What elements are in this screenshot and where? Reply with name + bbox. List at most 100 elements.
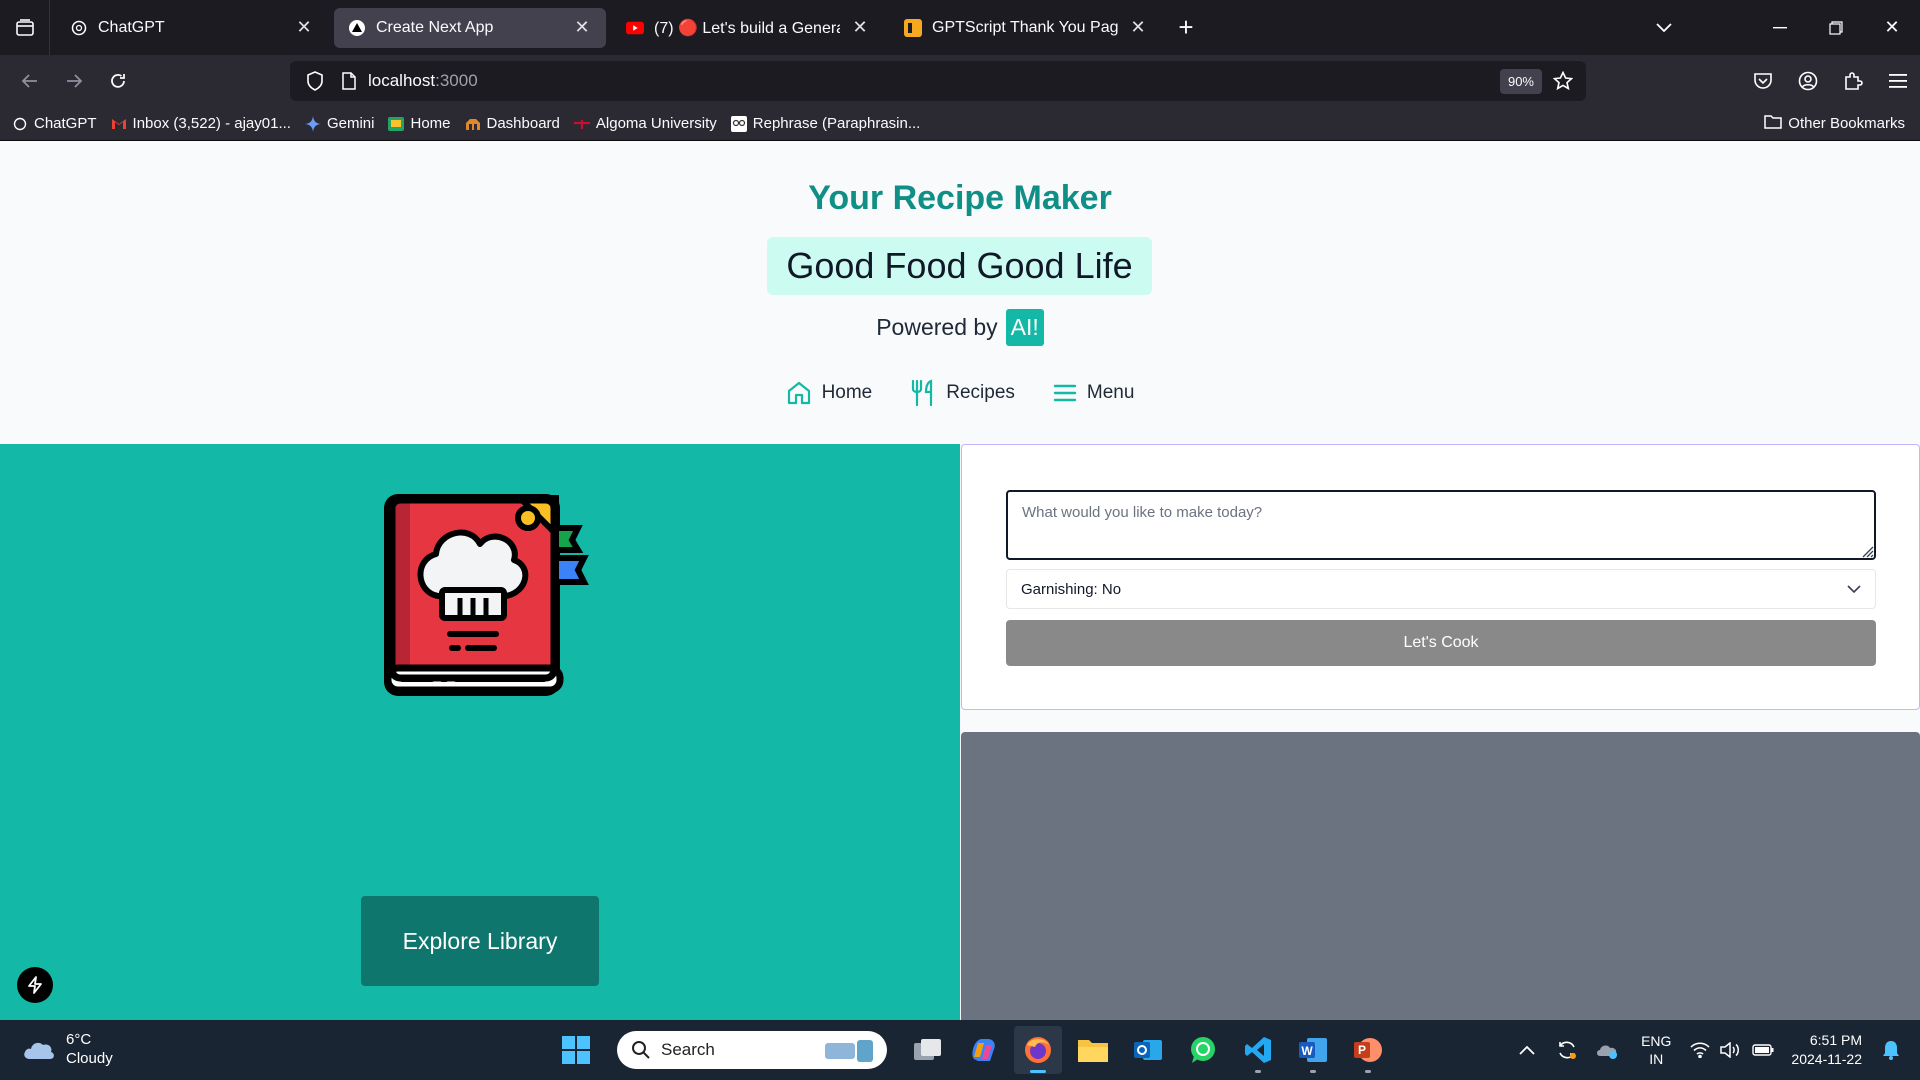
recipe-prompt-input[interactable] (1006, 490, 1876, 560)
tab-title: (7) 🔴 Let's build a Generative (654, 19, 840, 37)
minimize-icon (1773, 26, 1787, 28)
copilot-icon (972, 1039, 995, 1061)
other-bookmarks[interactable]: Other Bookmarks (1764, 114, 1905, 133)
powerpoint-button[interactable]: P (1344, 1026, 1392, 1074)
pocket-button[interactable] (1740, 59, 1785, 103)
outlook-button[interactable] (1124, 1026, 1172, 1074)
toolbar-right (1740, 59, 1920, 103)
bookmark-home[interactable]: Home (388, 115, 451, 132)
wifi-icon (1690, 1042, 1710, 1058)
bookmark-dashboard[interactable]: Dashboard (465, 115, 560, 132)
nav-recipes-label: Recipes (946, 382, 1015, 403)
tab-create-next-app[interactable]: Create Next App ✕ (334, 7, 606, 48)
sync-icon (1559, 1041, 1577, 1059)
vscode-button[interactable] (1234, 1026, 1282, 1074)
notifications-button[interactable] (1876, 1020, 1906, 1080)
bookmark-gmail[interactable]: Inbox (3,522) - ajay01... (111, 115, 291, 132)
site-navigation: Home Recipes Menu (0, 379, 1920, 407)
plus-icon: + (1178, 12, 1194, 42)
close-window-button[interactable]: ✕ (1864, 0, 1920, 55)
bookmark-star-icon[interactable] (1548, 66, 1578, 96)
gemini-icon (304, 115, 321, 132)
app-menu-button[interactable] (1875, 59, 1920, 103)
word-button[interactable]: W (1289, 1026, 1337, 1074)
dev-tools-button[interactable] (17, 967, 53, 1003)
nav-home-label: Home (821, 382, 873, 403)
tab-gptscript[interactable]: GPTScript Thank You Page ✕ (890, 8, 1162, 48)
list-all-tabs-button[interactable] (1636, 0, 1692, 55)
folder-icon (1764, 114, 1783, 133)
task-view-icon (914, 1039, 941, 1060)
close-tab-icon[interactable]: ✕ (850, 17, 870, 38)
nextjs-icon (348, 19, 366, 37)
resize-handle-icon[interactable] (1860, 544, 1874, 558)
system-tray: ENG IN 6:51 PM 2024-11-22 (1507, 1020, 1920, 1080)
outlook-icon (1134, 1040, 1162, 1060)
file-explorer-button[interactable] (1069, 1026, 1117, 1074)
garnishing-select[interactable]: Garnishing: No (1006, 569, 1876, 609)
powered-by-label: Powered by (876, 314, 998, 340)
bookmark-gemini[interactable]: Gemini (304, 115, 375, 132)
tab-list-button[interactable] (0, 0, 50, 55)
rephrase-icon (730, 115, 747, 132)
taskbar-search[interactable]: Search (617, 1031, 887, 1069)
weather-widget[interactable]: 6°C Cloudy (22, 1030, 113, 1068)
nav-recipes[interactable]: Recipes (910, 379, 1015, 407)
address-bar[interactable]: localhost:3000 90% (290, 61, 1586, 101)
account-button[interactable] (1785, 59, 1830, 103)
explore-library-button[interactable]: Explore Library (361, 896, 599, 986)
nav-home[interactable]: Home (786, 379, 873, 407)
reload-icon (111, 73, 125, 88)
windows-taskbar: 6°C Cloudy Search W P ENG IN 6:51 PM 202… (0, 1020, 1920, 1080)
gptscript-icon (904, 18, 922, 37)
sync-button[interactable] (1547, 1020, 1587, 1080)
puzzle-icon (1844, 72, 1863, 90)
page-icon[interactable] (334, 66, 364, 96)
copilot-button[interactable] (959, 1026, 1007, 1074)
browser-navigation-bar: localhost:3000 90% (0, 55, 1920, 107)
restore-button[interactable] (1808, 0, 1864, 55)
extensions-button[interactable] (1830, 59, 1875, 103)
home-icon (787, 381, 810, 405)
bookmark-label: Algoma University (595, 115, 717, 132)
onedrive-button[interactable] (1587, 1020, 1627, 1080)
lets-cook-button[interactable]: Let's Cook (1006, 620, 1876, 666)
language-indicator[interactable]: ENG IN (1641, 1032, 1671, 1068)
firefox-button[interactable] (1014, 1026, 1062, 1074)
bookmark-chatgpt[interactable]: ChatGPT (12, 115, 97, 132)
show-hidden-icons-button[interactable] (1507, 1020, 1547, 1080)
bookmark-algoma[interactable]: Algoma University (573, 115, 717, 132)
bookmark-label: Gemini (326, 115, 375, 132)
close-tab-icon[interactable]: ✕ (294, 17, 314, 38)
chevron-up-icon (1519, 1045, 1535, 1055)
bookmark-label: Inbox (3,522) - ajay01... (132, 115, 291, 132)
tab-youtube[interactable]: (7) 🔴 Let's build a Generative ✕ (612, 8, 884, 48)
reload-button[interactable] (96, 59, 140, 103)
tab-chatgpt[interactable]: ChatGPT ✕ (56, 8, 328, 48)
nav-menu[interactable]: Menu (1053, 379, 1134, 407)
task-view-button[interactable] (904, 1026, 952, 1074)
network-button[interactable] (1685, 1020, 1715, 1080)
recipe-result-panel (961, 732, 1920, 1020)
bookmark-rephrase[interactable]: Rephrase (Paraphrasin... (730, 115, 920, 132)
browser-tab-bar: ChatGPT ✕ Create Next App ✕ (7) 🔴 Let's … (0, 0, 1920, 55)
volume-button[interactable] (1715, 1020, 1745, 1080)
classroom-icon (388, 116, 405, 132)
close-tab-icon[interactable]: ✕ (572, 17, 592, 38)
start-button[interactable] (552, 1026, 600, 1074)
minimize-button[interactable] (1752, 0, 1808, 55)
new-tab-button[interactable]: + (1168, 10, 1204, 46)
forward-button[interactable] (52, 59, 96, 103)
whatsapp-button[interactable] (1179, 1026, 1227, 1074)
battery-button[interactable] (1745, 1020, 1781, 1080)
tab-title: GPTScript Thank You Page (932, 18, 1118, 36)
app-title: Your Recipe Maker (808, 179, 1112, 217)
shield-icon[interactable] (300, 66, 330, 96)
zoom-level-button[interactable]: 90% (1499, 69, 1542, 94)
running-indicator (1255, 1070, 1261, 1073)
close-tab-icon[interactable]: ✕ (1128, 17, 1148, 38)
cloud-icon (24, 1042, 54, 1059)
clock[interactable]: 6:51 PM 2024-11-22 (1791, 1031, 1862, 1069)
firefox-icon (1025, 1037, 1051, 1063)
back-button[interactable] (8, 59, 52, 103)
